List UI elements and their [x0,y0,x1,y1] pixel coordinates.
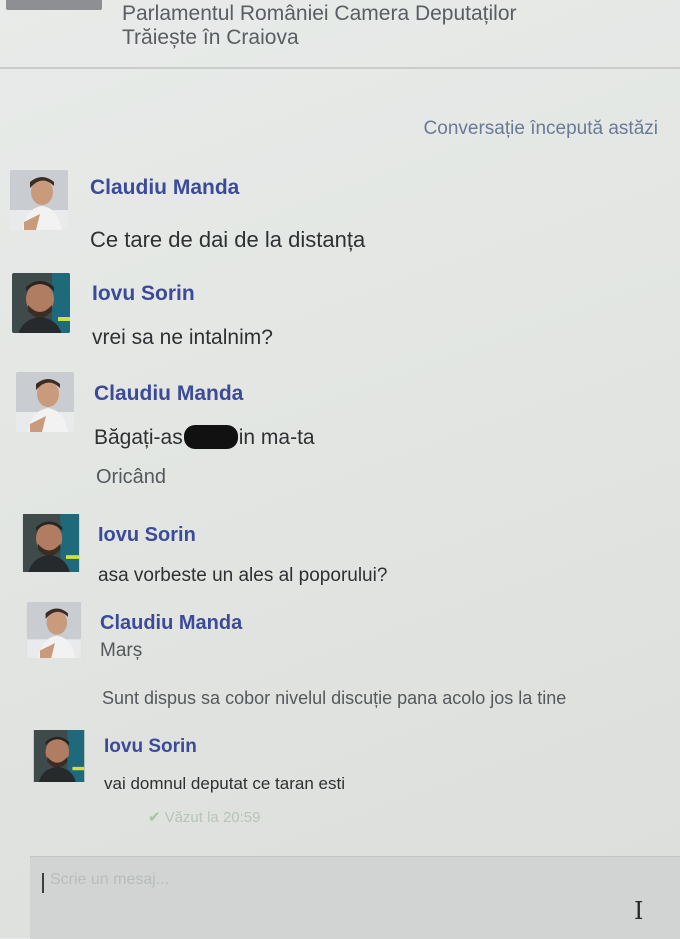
censor-blot [183,425,238,449]
message-text-part: Băgați-as [94,426,183,449]
avatar[interactable] [22,514,80,574]
sender-name[interactable]: Iovu Sorin [104,736,197,758]
message-text: Sunt dispus sa cobor nivelul discuție pa… [102,688,567,708]
message-text: vrei sa ne intalnim? [92,326,273,349]
profile-photo[interactable] [6,0,102,10]
text-cursor-icon: I [634,897,644,925]
avatar[interactable] [26,602,84,662]
profile-location: Trăiește în Craiova [122,26,299,49]
message-text: Marș [100,640,143,661]
sender-name[interactable]: Iovu Sorin [92,282,195,306]
sender-name[interactable]: Claudiu Manda [90,176,239,200]
message-text: Băgați-as in ma-ta [94,425,315,450]
sender-name[interactable]: Claudiu Manda [100,612,242,635]
avatar[interactable] [12,273,70,333]
message-text: Oricând [96,466,167,488]
checkmark-icon: ✔ [148,809,161,826]
user-photo-icon [12,273,70,333]
user-photo-icon [10,170,68,230]
message-composer[interactable]: Scrie un mesaj... I [30,856,680,939]
message-text-part: in ma-ta [238,426,315,449]
user-photo-icon [26,602,82,658]
header-divider [0,67,680,69]
avatar[interactable] [16,372,74,432]
seen-status: ✔ Văzut la 20:59 [148,808,260,826]
user-photo-icon [33,730,85,782]
message-text: asa vorbeste un ales al poporului? [98,565,388,586]
text-caret [42,873,44,893]
message-text: Ce tare de dai de la distanța [90,227,366,252]
user-photo-icon [22,514,80,572]
sender-name[interactable]: Iovu Sorin [98,524,196,547]
message-text: vai domnul deputat ce taran esti [104,774,345,793]
user-photo-icon [16,372,74,432]
message-input[interactable]: Scrie un mesaj... [50,871,169,889]
sender-name[interactable]: Claudiu Manda [94,382,243,406]
avatar[interactable] [10,170,68,230]
avatar[interactable] [32,730,90,790]
profile-header: Parlamentul României Camera Deputaților … [0,0,680,68]
profile-workplace: Parlamentul României Camera Deputaților [122,2,517,25]
seen-status-text: Văzut la 20:59 [164,809,261,826]
conversation-start-label: Conversație începută astăzi [423,118,658,139]
